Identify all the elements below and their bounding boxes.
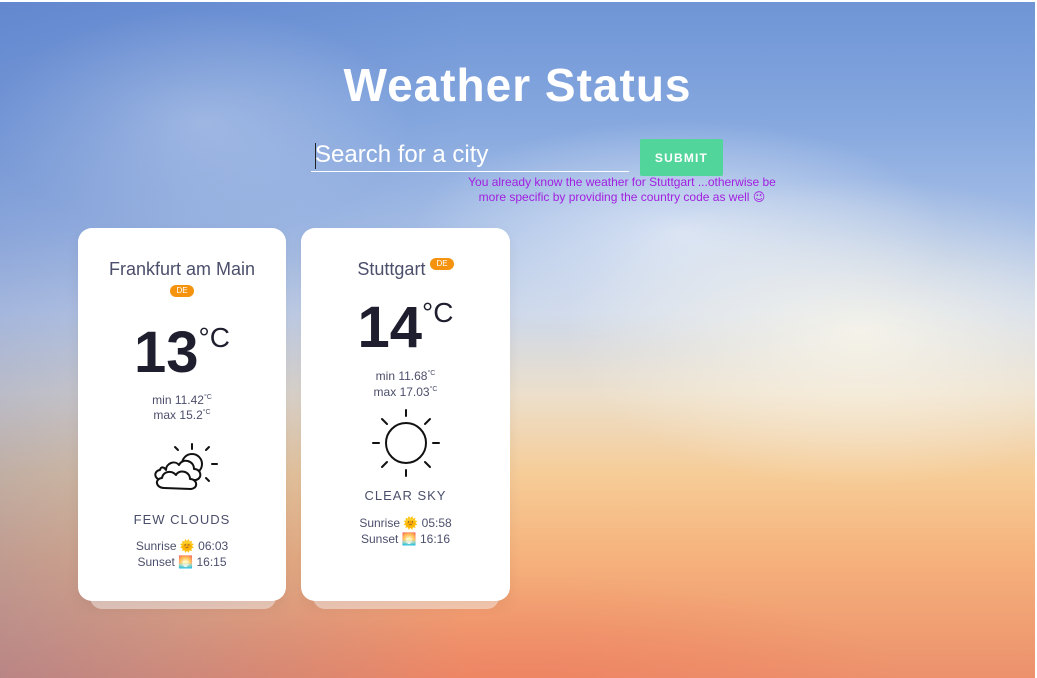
sunset-icon: 🌅 — [178, 555, 194, 569]
sunset-value: 16:16 — [419, 532, 451, 546]
min-value: 11.68 — [398, 369, 428, 383]
duplicate-city-message: You already know the weather for Stuttga… — [468, 175, 776, 204]
max-unit: °C — [429, 386, 438, 393]
sun-icon: 🌞 — [403, 516, 419, 530]
city-name: Stuttgart DE — [301, 258, 510, 280]
max-label: max — [373, 385, 397, 399]
sunset-icon: 🌅 — [401, 532, 417, 546]
city-name: Frankfurt am Main — [78, 259, 286, 280]
sunrise-label: Sunrise — [135, 539, 177, 553]
sunrise-value: 06:03 — [198, 539, 229, 553]
max-temp: max 15.2°C — [78, 405, 286, 423]
max-value: 15.2 — [179, 408, 203, 422]
sunrise-time: Sunrise 🌞 06:03 — [78, 538, 286, 554]
few-clouds-icon — [146, 436, 218, 496]
temperature-value: 13 — [134, 320, 199, 385]
sunrise-label: Sunrise — [359, 516, 400, 530]
weather-card-stuttgart: Stuttgart DE 14°C min 11.68°C max 17.03°… — [301, 228, 510, 601]
city-search-input[interactable] — [311, 139, 629, 172]
sunset-value: 16:15 — [196, 555, 227, 569]
sunrise-time: Sunrise 🌞 05:58 — [301, 515, 510, 531]
weather-description: CLEAR SKY — [364, 488, 447, 503]
max-label: max — [153, 408, 177, 422]
sunset-label: Sunset — [360, 532, 399, 546]
weather-card-frankfurt: Frankfurt am Main DE 13°C min 11.42°C ma… — [78, 228, 286, 601]
temperature-unit: °C — [422, 297, 454, 328]
country-badge-row: DE — [78, 282, 286, 300]
sunset-time: Sunset 🌅 16:16 — [301, 531, 510, 547]
city-label: Stuttgart — [357, 259, 426, 279]
sun-icon: 🌞 — [179, 539, 195, 553]
min-label: min — [375, 369, 395, 383]
temperature: 14°C — [301, 297, 510, 357]
weather-description: FEW CLOUDS — [133, 512, 231, 527]
text-cursor — [315, 143, 316, 169]
min-unit: °C — [427, 370, 436, 377]
temperature: 13°C — [78, 322, 286, 382]
page-title: Weather Status — [343, 59, 692, 111]
max-unit: °C — [202, 409, 211, 416]
submit-button[interactable]: SUBMIT — [640, 139, 723, 176]
city-label: Frankfurt am Main — [108, 259, 256, 279]
min-unit: °C — [203, 394, 212, 401]
sunrise-value: 05:58 — [421, 516, 452, 530]
sunset-label: Sunset — [137, 555, 175, 569]
country-badge: DE — [430, 258, 454, 271]
max-value: 17.03 — [399, 385, 430, 399]
temperature-unit: °C — [198, 322, 230, 353]
temperature-value: 14 — [357, 295, 423, 360]
max-temp: max 17.03°C — [301, 382, 510, 400]
country-badge: DE — [170, 284, 194, 297]
clear-sky-icon — [371, 408, 441, 478]
sunset-time: Sunset 🌅 16:15 — [78, 554, 286, 570]
